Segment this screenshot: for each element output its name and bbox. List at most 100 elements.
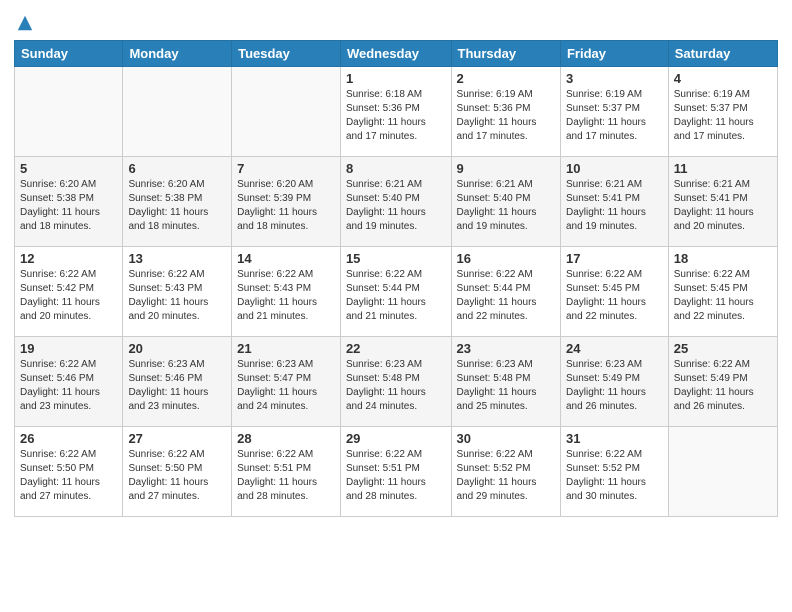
day-info: Sunrise: 6:23 AM Sunset: 5:49 PM Dayligh…	[566, 358, 663, 414]
day-info: Sunrise: 6:22 AM Sunset: 5:52 PM Dayligh…	[566, 448, 663, 504]
day-number: 4	[674, 71, 772, 86]
day-number: 23	[457, 341, 555, 356]
weekday-header: Sunday	[15, 41, 123, 67]
calendar-cell: 19 Sunrise: 6:22 AM Sunset: 5:46 PM Dayli…	[15, 337, 123, 427]
calendar-cell: 8 Sunrise: 6:21 AM Sunset: 5:40 PM Daylig…	[340, 157, 451, 247]
calendar-cell: 23 Sunrise: 6:23 AM Sunset: 5:48 PM Dayli…	[451, 337, 560, 427]
day-number: 3	[566, 71, 663, 86]
day-number: 11	[674, 161, 772, 176]
day-number: 16	[457, 251, 555, 266]
calendar-cell: 29 Sunrise: 6:22 AM Sunset: 5:51 PM Dayli…	[340, 427, 451, 517]
weekday-header: Friday	[560, 41, 668, 67]
day-number: 14	[237, 251, 335, 266]
day-number: 31	[566, 431, 663, 446]
day-info: Sunrise: 6:22 AM Sunset: 5:44 PM Dayligh…	[346, 268, 446, 324]
day-number: 9	[457, 161, 555, 176]
calendar-cell: 24 Sunrise: 6:23 AM Sunset: 5:49 PM Dayli…	[560, 337, 668, 427]
day-number: 20	[128, 341, 226, 356]
page-header	[14, 10, 778, 32]
calendar-cell: 2 Sunrise: 6:19 AM Sunset: 5:36 PM Daylig…	[451, 67, 560, 157]
weekday-header: Saturday	[668, 41, 777, 67]
day-info: Sunrise: 6:19 AM Sunset: 5:37 PM Dayligh…	[674, 88, 772, 144]
week-row: 19 Sunrise: 6:22 AM Sunset: 5:46 PM Dayli…	[15, 337, 778, 427]
day-number: 17	[566, 251, 663, 266]
day-number: 15	[346, 251, 446, 266]
calendar-cell: 31 Sunrise: 6:22 AM Sunset: 5:52 PM Dayli…	[560, 427, 668, 517]
calendar-cell: 7 Sunrise: 6:20 AM Sunset: 5:39 PM Daylig…	[232, 157, 341, 247]
calendar-cell: 11 Sunrise: 6:21 AM Sunset: 5:41 PM Dayli…	[668, 157, 777, 247]
logo-icon	[16, 14, 34, 32]
day-info: Sunrise: 6:21 AM Sunset: 5:40 PM Dayligh…	[457, 178, 555, 234]
day-info: Sunrise: 6:22 AM Sunset: 5:52 PM Dayligh…	[457, 448, 555, 504]
weekday-header: Monday	[123, 41, 232, 67]
day-number: 27	[128, 431, 226, 446]
calendar-cell: 13 Sunrise: 6:22 AM Sunset: 5:43 PM Dayli…	[123, 247, 232, 337]
day-number: 13	[128, 251, 226, 266]
day-number: 29	[346, 431, 446, 446]
day-number: 19	[20, 341, 117, 356]
day-info: Sunrise: 6:18 AM Sunset: 5:36 PM Dayligh…	[346, 88, 446, 144]
day-info: Sunrise: 6:20 AM Sunset: 5:38 PM Dayligh…	[128, 178, 226, 234]
day-number: 24	[566, 341, 663, 356]
day-number: 18	[674, 251, 772, 266]
calendar-cell	[15, 67, 123, 157]
week-row: 12 Sunrise: 6:22 AM Sunset: 5:42 PM Dayli…	[15, 247, 778, 337]
day-number: 6	[128, 161, 226, 176]
day-info: Sunrise: 6:19 AM Sunset: 5:36 PM Dayligh…	[457, 88, 555, 144]
calendar-cell	[668, 427, 777, 517]
day-info: Sunrise: 6:21 AM Sunset: 5:41 PM Dayligh…	[674, 178, 772, 234]
calendar-cell: 28Sunrise: 6:22 AM Sunset: 5:51 PM Dayli…	[232, 427, 341, 517]
calendar-cell: 18Sunrise: 6:22 AM Sunset: 5:45 PM Dayli…	[668, 247, 777, 337]
calendar-cell	[232, 67, 341, 157]
day-info: Sunrise: 6:22 AM Sunset: 5:42 PM Dayligh…	[20, 268, 117, 324]
day-info: Sunrise: 6:20 AM Sunset: 5:39 PM Dayligh…	[237, 178, 335, 234]
day-number: 2	[457, 71, 555, 86]
day-number: 5	[20, 161, 117, 176]
week-row: 5 Sunrise: 6:20 AM Sunset: 5:38 PM Daylig…	[15, 157, 778, 247]
day-number: 12	[20, 251, 117, 266]
calendar-cell: 10Sunrise: 6:21 AM Sunset: 5:41 PM Dayli…	[560, 157, 668, 247]
day-info: Sunrise: 6:22 AM Sunset: 5:43 PM Dayligh…	[128, 268, 226, 324]
weekday-header: Wednesday	[340, 41, 451, 67]
day-info: Sunrise: 6:22 AM Sunset: 5:51 PM Dayligh…	[346, 448, 446, 504]
calendar-cell: 12 Sunrise: 6:22 AM Sunset: 5:42 PM Dayli…	[15, 247, 123, 337]
weekday-header: Thursday	[451, 41, 560, 67]
day-info: Sunrise: 6:22 AM Sunset: 5:46 PM Dayligh…	[20, 358, 117, 414]
calendar-cell: 21 Sunrise: 6:23 AM Sunset: 5:47 PM Dayli…	[232, 337, 341, 427]
calendar-cell	[123, 67, 232, 157]
day-number: 7	[237, 161, 335, 176]
day-number: 1	[346, 71, 446, 86]
calendar-cell: 5Sunrise: 6:20 AM Sunset: 5:38 PM Daylig…	[15, 157, 123, 247]
day-number: 26	[20, 431, 117, 446]
calendar-cell: 26Sunrise: 6:22 AM Sunset: 5:50 PM Dayli…	[15, 427, 123, 517]
calendar-cell: 1 Sunrise: 6:18 AM Sunset: 5:36 PM Daylig…	[340, 67, 451, 157]
calendar-cell: 16 Sunrise: 6:22 AM Sunset: 5:44 PM Dayli…	[451, 247, 560, 337]
calendar-cell: 4 Sunrise: 6:19 AM Sunset: 5:37 PM Daylig…	[668, 67, 777, 157]
calendar-cell: 9 Sunrise: 6:21 AM Sunset: 5:40 PM Daylig…	[451, 157, 560, 247]
weekday-header: Tuesday	[232, 41, 341, 67]
day-number: 25	[674, 341, 772, 356]
calendar-cell: 27Sunrise: 6:22 AM Sunset: 5:50 PM Dayli…	[123, 427, 232, 517]
logo	[14, 14, 34, 32]
calendar-cell: 15 Sunrise: 6:22 AM Sunset: 5:44 PM Dayli…	[340, 247, 451, 337]
calendar-cell: 6 Sunrise: 6:20 AM Sunset: 5:38 PM Daylig…	[123, 157, 232, 247]
calendar-cell: 22 Sunrise: 6:23 AM Sunset: 5:48 PM Dayli…	[340, 337, 451, 427]
calendar-cell: 30Sunrise: 6:22 AM Sunset: 5:52 PM Dayli…	[451, 427, 560, 517]
day-info: Sunrise: 6:22 AM Sunset: 5:44 PM Dayligh…	[457, 268, 555, 324]
day-info: Sunrise: 6:22 AM Sunset: 5:45 PM Dayligh…	[566, 268, 663, 324]
calendar-cell: 3 Sunrise: 6:19 AM Sunset: 5:37 PM Daylig…	[560, 67, 668, 157]
calendar-cell: 14Sunrise: 6:22 AM Sunset: 5:43 PM Dayli…	[232, 247, 341, 337]
day-info: Sunrise: 6:23 AM Sunset: 5:46 PM Dayligh…	[128, 358, 226, 414]
day-number: 22	[346, 341, 446, 356]
day-info: Sunrise: 6:22 AM Sunset: 5:49 PM Dayligh…	[674, 358, 772, 414]
day-number: 10	[566, 161, 663, 176]
week-row: 1 Sunrise: 6:18 AM Sunset: 5:36 PM Daylig…	[15, 67, 778, 157]
day-number: 21	[237, 341, 335, 356]
day-info: Sunrise: 6:23 AM Sunset: 5:48 PM Dayligh…	[457, 358, 555, 414]
day-info: Sunrise: 6:19 AM Sunset: 5:37 PM Dayligh…	[566, 88, 663, 144]
day-info: Sunrise: 6:23 AM Sunset: 5:48 PM Dayligh…	[346, 358, 446, 414]
day-info: Sunrise: 6:23 AM Sunset: 5:47 PM Dayligh…	[237, 358, 335, 414]
day-number: 8	[346, 161, 446, 176]
calendar: SundayMondayTuesdayWednesdayThursdayFrid…	[14, 40, 778, 517]
day-info: Sunrise: 6:21 AM Sunset: 5:40 PM Dayligh…	[346, 178, 446, 234]
